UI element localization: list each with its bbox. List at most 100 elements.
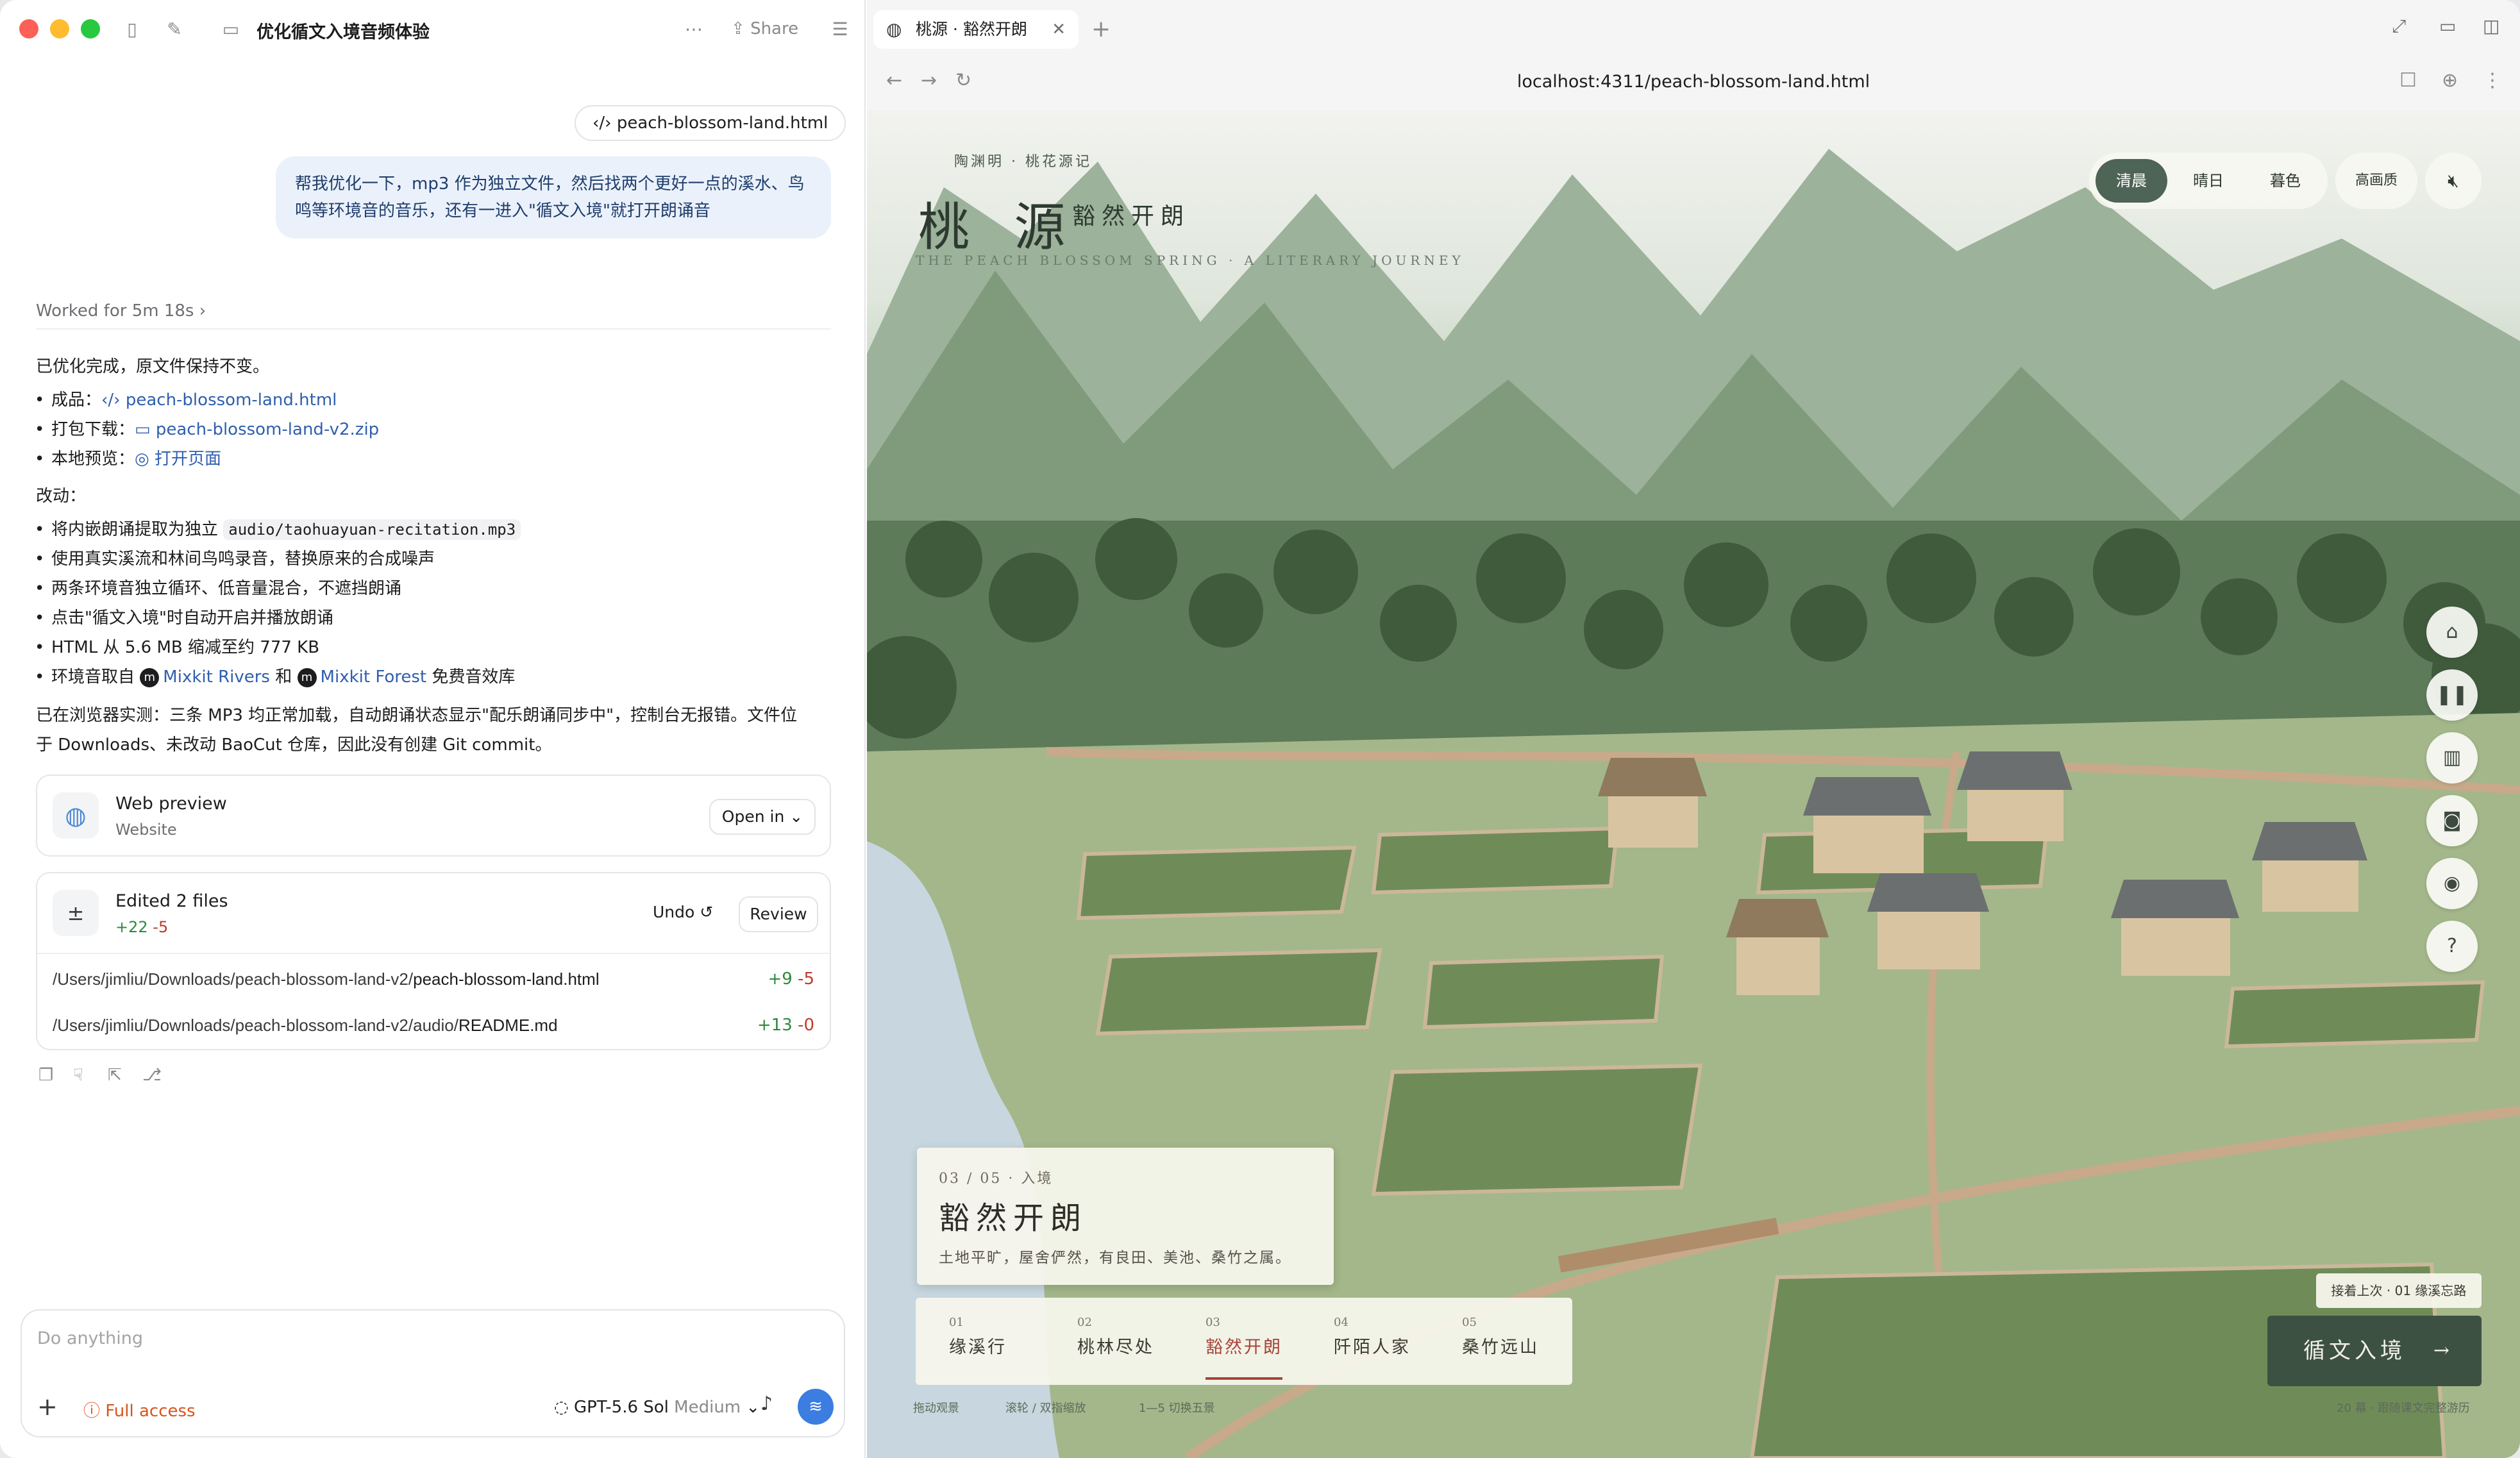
access-mode-button[interactable]: ⓘ Full access [83, 1398, 196, 1421]
divider [36, 328, 831, 330]
html-file-link[interactable]: ‹/› peach-blossom-land.html [101, 390, 337, 410]
comment-icon[interactable]: ☐ [2399, 69, 2417, 92]
preview-subtitle: Website [115, 821, 177, 839]
deliverable-item: 成品：‹/› peach-blossom-land.html [35, 386, 337, 414]
folder-icon: ▭ [222, 19, 240, 40]
hint-switch: 1—5 切换五景 [1139, 1402, 1215, 1415]
divider [37, 953, 830, 954]
lines-removed: -5 [798, 969, 814, 989]
open-in-button[interactable]: Open in ⌄ [709, 799, 816, 835]
mixkit-forest-link[interactable]: Mixkit Forest [321, 667, 427, 687]
file-dir: /Users/jimliu/Downloads/peach-blossom-la… [53, 1016, 458, 1035]
file-stats: +9 -5 [768, 969, 814, 989]
attach-plus-button[interactable]: + [37, 1393, 58, 1421]
mixkit-rivers-link[interactable]: Mixkit Rivers [163, 667, 270, 687]
hint-drag: 拖动观景 [913, 1402, 959, 1415]
deliverable-label: 本地预览： [51, 449, 135, 469]
model-selector[interactable]: ◌ GPT-5.6 Sol Medium ⌄ [554, 1398, 760, 1417]
share-message-icon[interactable]: ⇱ [108, 1066, 122, 1085]
fork-icon[interactable]: ⎇ [142, 1066, 162, 1085]
more-icon[interactable]: ⋯ [681, 17, 707, 42]
change-item: 将内嵌朗诵提取为独立 audio/taohuayuan-recitation.m… [35, 515, 521, 544]
lines-added: +22 [115, 918, 148, 936]
close-tab-icon[interactable]: ✕ [1052, 10, 1066, 49]
change-text: 免费音效库 [432, 667, 516, 687]
change-text: 环境音取自 [51, 667, 135, 687]
deliverable-item: 本地预览：◎ 打开页面 [35, 445, 221, 473]
zip-file-link[interactable]: ▭ peach-blossom-land-v2.zip [135, 420, 379, 439]
step-label: 桑竹远山 [1462, 1337, 1539, 1357]
deliverable-label: 打包下载： [51, 420, 135, 439]
mute-icon[interactable]: 🔇︎ [2425, 153, 2482, 209]
scene-viewport[interactable]: 陶渊明 · 桃花源记 桃 源 豁然开朗 THE PEACH BLOSSOM SP… [867, 110, 2520, 1458]
mode-day-button[interactable]: 晴日 [2172, 159, 2244, 203]
help-icon[interactable]: ? [2426, 921, 2478, 972]
attached-file-name: peach-blossom-land.html [616, 113, 828, 133]
model-name: GPT-5.6 Sol [573, 1398, 669, 1417]
attached-file-chip[interactable]: ‹/› peach-blossom-land.html [575, 105, 846, 141]
eye-icon[interactable]: ◉ [2426, 858, 2478, 909]
change-item: 两条环境音独立循环、低音量混合，不遮挡朗诵 [35, 574, 401, 603]
worked-for-toggle[interactable]: Worked for 5m 18s › [36, 301, 206, 321]
step-3[interactable]: 03 豁然开朗 [1205, 1316, 1321, 1380]
edited-file-row[interactable]: /Users/jimliu/Downloads/peach-blossom-la… [53, 969, 600, 989]
mixkit-icon: m [140, 667, 160, 687]
composer: Do anything + ⓘ Full access ◌ GPT-5.6 So… [21, 1309, 845, 1437]
review-button[interactable]: Review [739, 896, 818, 932]
share-button[interactable]: ⇪ Share [731, 19, 798, 38]
tab-title: 桃源 · 豁然开朗 [916, 20, 1027, 38]
thumbs-down-icon[interactable]: ☟ [73, 1066, 83, 1085]
step-4[interactable]: 04 阡陌人家 [1334, 1316, 1449, 1358]
enter-text-button[interactable]: 循文入境 → [2267, 1316, 2482, 1386]
zoom-window-button[interactable] [81, 19, 100, 38]
expand-icon[interactable]: ⤢ [2392, 15, 2406, 37]
step-number: 02 [1077, 1316, 1092, 1329]
step-label: 缘溪行 [949, 1337, 1007, 1357]
camera-icon[interactable]: ◙ [2426, 795, 2478, 846]
model-effort: Medium [674, 1398, 741, 1417]
edited-file-row[interactable]: /Users/jimliu/Downloads/peach-blossom-la… [53, 1016, 558, 1035]
chat-pane: ▯ ✎ ▭ 优化循文入境音频体验 ⋯ ⇪ Share ☰ ‹/› peach-b… [0, 0, 866, 1458]
undo-button[interactable]: Undo ↺ [653, 903, 713, 921]
copy-icon[interactable]: ❐ [38, 1066, 53, 1085]
step-2[interactable]: 02 桃林尽处 [1077, 1316, 1193, 1358]
changes-heading: 改动： [36, 487, 87, 506]
minimize-window-button[interactable] [50, 19, 69, 38]
quality-button[interactable]: 高画质 [2335, 153, 2417, 209]
mode-dusk-button[interactable]: 暮色 [2249, 159, 2321, 203]
step-5[interactable]: 05 桑竹远山 [1462, 1316, 1577, 1358]
diff-panel-icon[interactable]: ☰ [827, 17, 853, 42]
split-view-icon[interactable]: ◫ [2483, 15, 2499, 37]
close-window-button[interactable] [19, 19, 38, 38]
microphone-icon[interactable]: ♪ [760, 1393, 773, 1415]
edited-title: Edited 2 files [115, 891, 228, 911]
step-1[interactable]: 01 缘溪行 [949, 1316, 1064, 1358]
minimize-pane-icon[interactable]: ▭ [2439, 15, 2456, 37]
add-icon[interactable]: ⊕ [2442, 69, 2458, 92]
chapter-steps: 01 缘溪行 02 桃林尽处 03 豁然开朗 04 阡陌人家 05 桑竹远山 [916, 1298, 1572, 1385]
chapter-title: 豁然开朗 [939, 1200, 1088, 1236]
step-label: 阡陌人家 [1334, 1337, 1411, 1357]
book-icon[interactable]: ▥ [2426, 732, 2478, 783]
change-item: 使用真实溪流和林间鸟鸣录音，替换原来的合成噪声 [35, 545, 435, 573]
file-name: peach-blossom-land.html [413, 969, 600, 989]
more-icon[interactable]: ⋮ [2483, 69, 2502, 92]
sidebar-toggle-icon[interactable]: ▯ [119, 17, 145, 42]
thread-title: 优化循文入境音频体验 [256, 22, 430, 42]
mode-morning-button[interactable]: 清晨 [2096, 159, 2167, 203]
step-number: 04 [1334, 1316, 1348, 1329]
pause-icon[interactable]: ❚❚ [2426, 669, 2478, 721]
browser-tab[interactable]: ◍ 桃源 · 豁然开朗 ✕ [873, 10, 1079, 49]
web-preview-card[interactable]: ◍ Web preview Website Open in ⌄ [36, 775, 831, 857]
mixkit-icon: m [297, 667, 317, 687]
composer-input[interactable]: Do anything [37, 1328, 143, 1348]
open-page-link[interactable]: ◎ 打开页面 [135, 449, 221, 469]
home-icon[interactable]: ⌂ [2426, 607, 2478, 658]
resume-button[interactable]: 接着上次 · 01 缘溪忘路 [2316, 1273, 2482, 1308]
enter-label: 循文入境 [2303, 1338, 2406, 1364]
new-tab-button[interactable]: + [1091, 10, 1111, 49]
voice-send-button[interactable]: ≋ [798, 1389, 834, 1425]
address-bar[interactable]: localhost:4311/peach-blossom-land.html [867, 72, 2520, 92]
done-line: 已优化完成，原文件保持不变。 [36, 357, 270, 376]
new-chat-icon[interactable]: ✎ [162, 17, 187, 42]
